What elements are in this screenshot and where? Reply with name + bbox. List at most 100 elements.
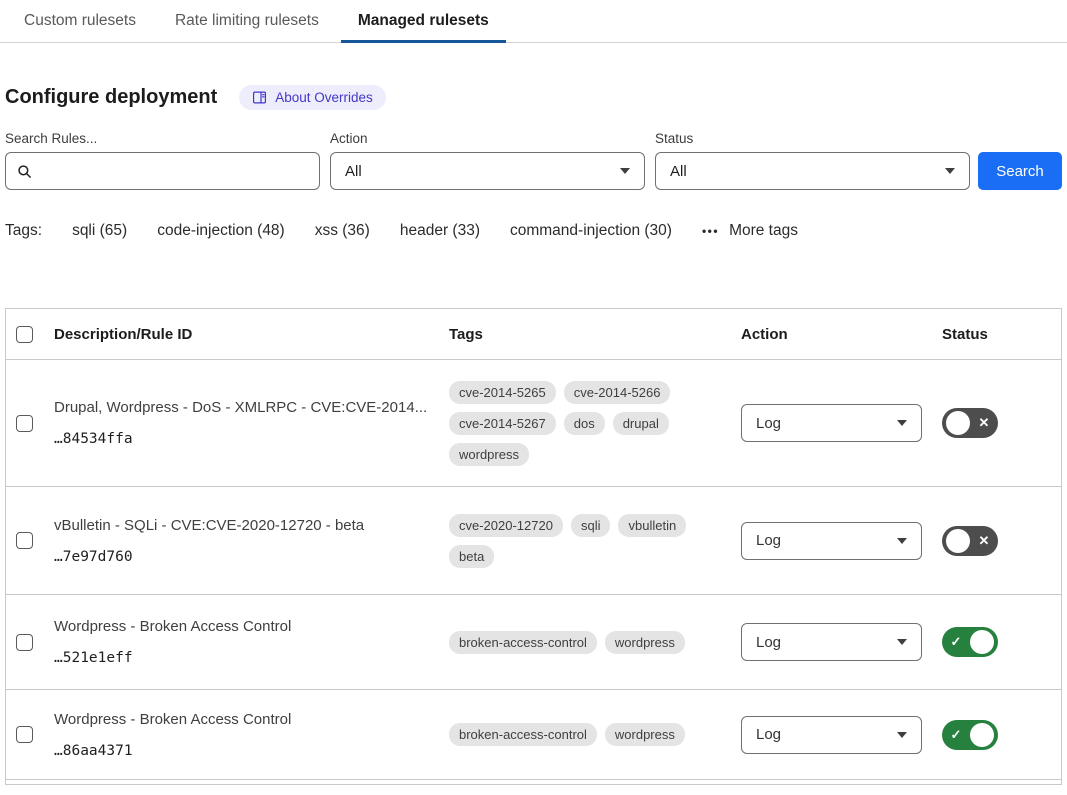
rule-id: …84534ffa — [54, 431, 449, 447]
tag-filter[interactable]: header (33) — [400, 222, 480, 240]
tag-pill: wordpress — [449, 443, 529, 466]
chevron-down-icon — [897, 420, 907, 426]
rule-description: Wordpress - Broken Access Control — [54, 711, 434, 728]
column-header-description: Description/Rule ID — [54, 326, 449, 343]
column-header-tags: Tags — [449, 326, 741, 343]
tag-pill: drupal — [613, 412, 669, 435]
rule-action-select[interactable]: Log — [741, 716, 922, 754]
table-row-partial — [6, 779, 1061, 785]
tab-rate-limiting-rulesets[interactable]: Rate limiting rulesets — [158, 0, 336, 42]
status-toggle[interactable]: ✓ — [942, 720, 998, 750]
tag-pill: dos — [564, 412, 605, 435]
tag-pill: beta — [449, 545, 494, 568]
toggle-knob — [946, 529, 970, 553]
rule-tags: broken-access-control wordpress — [449, 723, 691, 746]
rule-id: …86aa4371 — [54, 743, 449, 759]
tag-pill: wordpress — [605, 723, 685, 746]
tag-pill: cve-2014-5266 — [564, 381, 671, 404]
search-input[interactable] — [41, 162, 308, 181]
search-input-wrapper — [5, 152, 320, 190]
rule-action-value: Log — [756, 415, 781, 432]
about-overrides-link[interactable]: About Overrides — [239, 85, 386, 110]
rule-tags: cve-2020-12720 sqli vbulletin beta — [449, 514, 691, 568]
chevron-down-icon — [897, 639, 907, 645]
search-icon — [17, 164, 32, 179]
more-tags-button[interactable]: ••• More tags — [702, 222, 798, 240]
table-body: Drupal, Wordpress - DoS - XMLRPC - CVE:C… — [6, 359, 1061, 779]
table-row: Wordpress - Broken Access Control …86aa4… — [6, 689, 1061, 779]
rule-description: Wordpress - Broken Access Control — [54, 618, 434, 635]
tag-filter[interactable]: xss (36) — [315, 222, 370, 240]
search-button[interactable]: Search — [978, 152, 1062, 190]
tag-filter[interactable]: code-injection (48) — [157, 222, 285, 240]
status-toggle[interactable]: ✕ — [942, 408, 998, 438]
status-toggle[interactable]: ✕ — [942, 526, 998, 556]
rule-id: …7e97d760 — [54, 549, 449, 565]
chevron-down-icon — [945, 168, 955, 174]
tag-filter[interactable]: command-injection (30) — [510, 222, 672, 240]
tag-filter[interactable]: sqli (65) — [72, 222, 127, 240]
search-rules-label: Search Rules... — [5, 131, 320, 146]
table-header-row: Description/Rule ID Tags Action Status — [6, 309, 1061, 359]
chevron-down-icon — [897, 732, 907, 738]
rule-action-value: Log — [756, 634, 781, 651]
rules-table: Description/Rule ID Tags Action Status D… — [5, 308, 1062, 785]
action-filter-label: Action — [330, 131, 645, 146]
rule-action-value: Log — [756, 726, 781, 743]
tag-pill: cve-2014-5267 — [449, 412, 556, 435]
row-checkbox[interactable] — [16, 532, 33, 549]
tag-pill: sqli — [571, 514, 611, 537]
table-row: Wordpress - Broken Access Control …521e1… — [6, 594, 1061, 689]
tab-bar: Custom rulesetsRate limiting rulesetsMan… — [0, 0, 1067, 43]
tag-pill: broken-access-control — [449, 723, 597, 746]
tag-pill: broken-access-control — [449, 631, 597, 654]
tags-bar: Tags: sqli (65) code-injection (48) xss (3… — [5, 222, 1062, 240]
rule-description: Drupal, Wordpress - DoS - XMLRPC - CVE:C… — [54, 399, 434, 416]
column-header-status: Status — [942, 326, 1061, 343]
rule-action-select[interactable]: Log — [741, 623, 922, 661]
select-all-checkbox[interactable] — [16, 326, 33, 343]
status-filter-value: All — [670, 163, 687, 180]
more-tags-label: More tags — [729, 222, 798, 240]
row-checkbox[interactable] — [16, 634, 33, 651]
chevron-down-icon — [897, 538, 907, 544]
tag-pill: cve-2014-5265 — [449, 381, 556, 404]
table-row: vBulletin - SQLi - CVE:CVE-2020-12720 - … — [6, 486, 1061, 594]
rule-description: vBulletin - SQLi - CVE:CVE-2020-12720 - … — [54, 517, 434, 534]
rule-tags: cve-2014-5265 cve-2014-5266 cve-2014-5267 d… — [449, 381, 691, 466]
rule-action-select[interactable]: Log — [741, 522, 922, 560]
heading-row: Configure deployment About Overrides — [5, 85, 1062, 110]
status-filter-select[interactable]: All — [655, 152, 970, 190]
status-filter-label: Status — [655, 131, 970, 146]
tag-pill: wordpress — [605, 631, 685, 654]
row-checkbox[interactable] — [16, 415, 33, 432]
column-header-action: Action — [741, 326, 942, 343]
tags-bar-label: Tags: — [5, 222, 42, 240]
tag-pill: cve-2020-12720 — [449, 514, 563, 537]
tab-managed-rulesets[interactable]: Managed rulesets — [341, 0, 506, 42]
ellipsis-icon: ••• — [702, 224, 719, 238]
about-overrides-label: About Overrides — [275, 90, 373, 105]
rule-id: …521e1eff — [54, 650, 449, 666]
row-checkbox[interactable] — [16, 726, 33, 743]
check-icon: ✓ — [946, 727, 966, 743]
action-filter-select[interactable]: All — [330, 152, 645, 190]
tag-pill: vbulletin — [618, 514, 686, 537]
rule-action-value: Log — [756, 532, 781, 549]
tab-custom-rulesets[interactable]: Custom rulesets — [7, 0, 153, 42]
x-icon: ✕ — [974, 533, 994, 549]
rule-tags: broken-access-control wordpress — [449, 631, 691, 654]
table-row: Drupal, Wordpress - DoS - XMLRPC - CVE:C… — [6, 359, 1061, 486]
book-icon — [252, 90, 267, 105]
check-icon: ✓ — [946, 634, 966, 650]
status-toggle[interactable]: ✓ — [942, 627, 998, 657]
action-filter-value: All — [345, 163, 362, 180]
main-content: Configure deployment About Overrides Sea… — [0, 85, 1067, 785]
rule-action-select[interactable]: Log — [741, 404, 922, 442]
toggle-knob — [970, 723, 994, 747]
toggle-knob — [946, 411, 970, 435]
page-title: Configure deployment — [5, 86, 217, 109]
chevron-down-icon — [620, 168, 630, 174]
x-icon: ✕ — [974, 415, 994, 431]
filters-row: Search Rules... Action All Status — [5, 131, 1062, 190]
